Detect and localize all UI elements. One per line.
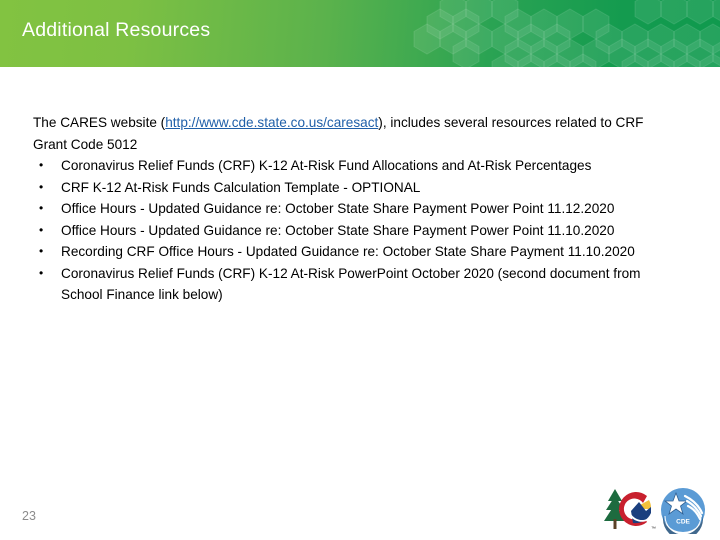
list-item: • Recording CRF Office Hours - Updated G… [31, 241, 677, 263]
intro-paragraph: The CARES website (http://www.cde.state.… [33, 112, 677, 155]
slide-number: 23 [22, 509, 36, 523]
slide-body-content: The CARES website (http://www.cde.state.… [31, 112, 677, 306]
hexagon-pattern-icon [410, 0, 720, 67]
slide-canvas: Additional Resources The CARES website (… [0, 0, 720, 540]
footer-logo-row: ™ CDE [603, 483, 711, 535]
list-item: • CRF K-12 At-Risk Funds Calculation Tem… [31, 177, 677, 199]
list-item-label: Coronavirus Relief Funds (CRF) K-12 At-R… [61, 265, 641, 303]
list-item: • Coronavirus Relief Funds (CRF) K-12 At… [31, 155, 677, 177]
slide-header-banner: Additional Resources [0, 0, 720, 67]
bullet-icon: • [39, 244, 44, 258]
list-item-label: Recording CRF Office Hours - Updated Gui… [61, 244, 635, 259]
resources-bullet-list: • Coronavirus Relief Funds (CRF) K-12 At… [31, 155, 677, 306]
page-title: Additional Resources [22, 19, 211, 41]
bullet-icon: • [39, 201, 44, 215]
colorado-state-logo-icon: ™ [603, 487, 657, 533]
list-item: • Office Hours - Updated Guidance re: Oc… [31, 220, 677, 242]
cde-logo-label: CDE [676, 519, 690, 526]
list-item: • Office Hours - Updated Guidance re: Oc… [31, 198, 677, 220]
list-item: • Coronavirus Relief Funds (CRF) K-12 At… [31, 263, 677, 306]
intro-text-before-link: The CARES website ( [33, 115, 166, 130]
caresact-website-link[interactable]: http://www.cde.state.co.us/caresact [165, 115, 378, 130]
list-item-label: Office Hours - Updated Guidance re: Octo… [61, 222, 615, 238]
bullet-icon: • [39, 179, 44, 194]
svg-text:™: ™ [651, 526, 656, 532]
list-item-label: Coronavirus Relief Funds (CRF) K-12 At-R… [61, 158, 592, 173]
cde-logo-icon: CDE [659, 486, 707, 534]
list-item-label: CRF K-12 At-Risk Funds Calculation Templ… [61, 179, 421, 195]
bullet-icon: • [39, 222, 44, 237]
list-item-label: Office Hours - Updated Guidance re: Octo… [61, 201, 615, 216]
bullet-icon: • [39, 158, 44, 172]
bullet-icon: • [39, 265, 44, 280]
